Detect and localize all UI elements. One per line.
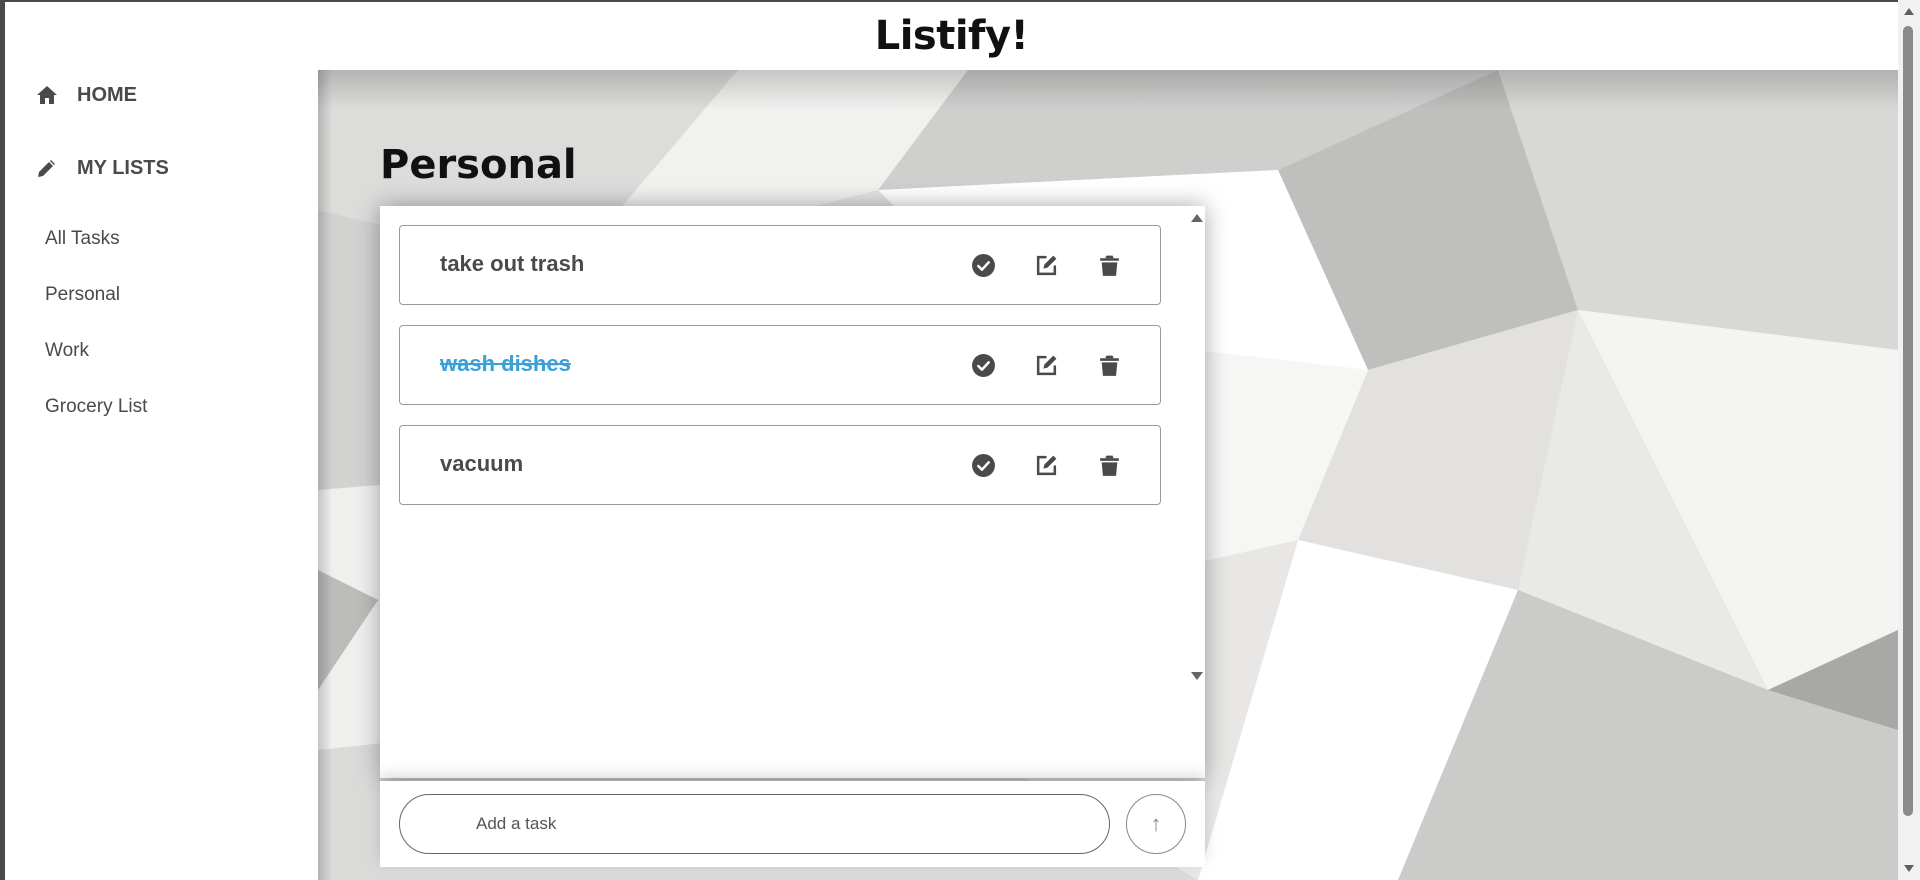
app-window: Listify! HOME MY LISTS All Tasks Persona… — [5, 2, 1898, 880]
task-item: wash dishes — [399, 325, 1161, 405]
scroll-down-arrow[interactable] — [1191, 672, 1203, 680]
sidebar-shadow — [318, 70, 332, 880]
nav-my-lists-label: MY LISTS — [77, 156, 169, 179]
task-text: vacuum — [440, 451, 524, 476]
task-actions — [971, 453, 1122, 478]
trash-icon[interactable] — [1097, 353, 1122, 378]
nav-home-label: HOME — [77, 83, 137, 106]
task-text: take out trash — [440, 251, 585, 276]
nav-my-lists[interactable]: MY LISTS — [35, 156, 169, 180]
page-scrollbar[interactable] — [1898, 0, 1920, 880]
scrollbar-up-arrow[interactable] — [1904, 8, 1914, 15]
header-shadow — [318, 70, 1898, 110]
add-task-input[interactable] — [399, 794, 1110, 854]
list-title: Personal — [380, 142, 577, 188]
task-actions — [971, 253, 1122, 278]
task-actions — [971, 353, 1122, 378]
pencil-icon — [35, 156, 59, 180]
task-text-completed: wash dishes — [440, 351, 571, 376]
check-circle-icon[interactable] — [971, 353, 996, 378]
trash-icon[interactable] — [1097, 453, 1122, 478]
app-title: Listify! — [874, 13, 1029, 59]
add-task-bar: ↑ — [380, 781, 1205, 867]
sidebar-item-work[interactable]: Work — [45, 340, 89, 362]
task-list-panel[interactable]: take out trash wash dishes vacuum — [380, 206, 1205, 778]
edit-icon[interactable] — [1034, 353, 1059, 378]
scroll-up-arrow[interactable] — [1191, 214, 1203, 222]
trash-icon[interactable] — [1097, 253, 1122, 278]
edit-icon[interactable] — [1034, 453, 1059, 478]
scrollbar-down-arrow[interactable] — [1904, 865, 1914, 872]
check-circle-icon[interactable] — [971, 253, 996, 278]
sidebar-item-all-tasks[interactable]: All Tasks — [45, 228, 120, 250]
home-icon — [35, 83, 59, 107]
submit-task-button[interactable]: ↑ — [1126, 794, 1186, 854]
scrollbar-thumb[interactable] — [1903, 26, 1913, 816]
sidebar-item-personal[interactable]: Personal — [45, 284, 120, 306]
sidebar-item-grocery-list[interactable]: Grocery List — [45, 396, 147, 418]
check-circle-icon[interactable] — [971, 453, 996, 478]
main-content: Personal take out trash wash dishes vacu… — [318, 70, 1898, 880]
task-item: take out trash — [399, 225, 1161, 305]
task-item: vacuum — [399, 425, 1161, 505]
nav-home[interactable]: HOME — [35, 83, 137, 107]
app-header: Listify! — [5, 2, 1898, 70]
sidebar: HOME MY LISTS All Tasks Personal Work Gr… — [5, 70, 318, 880]
edit-icon[interactable] — [1034, 253, 1059, 278]
